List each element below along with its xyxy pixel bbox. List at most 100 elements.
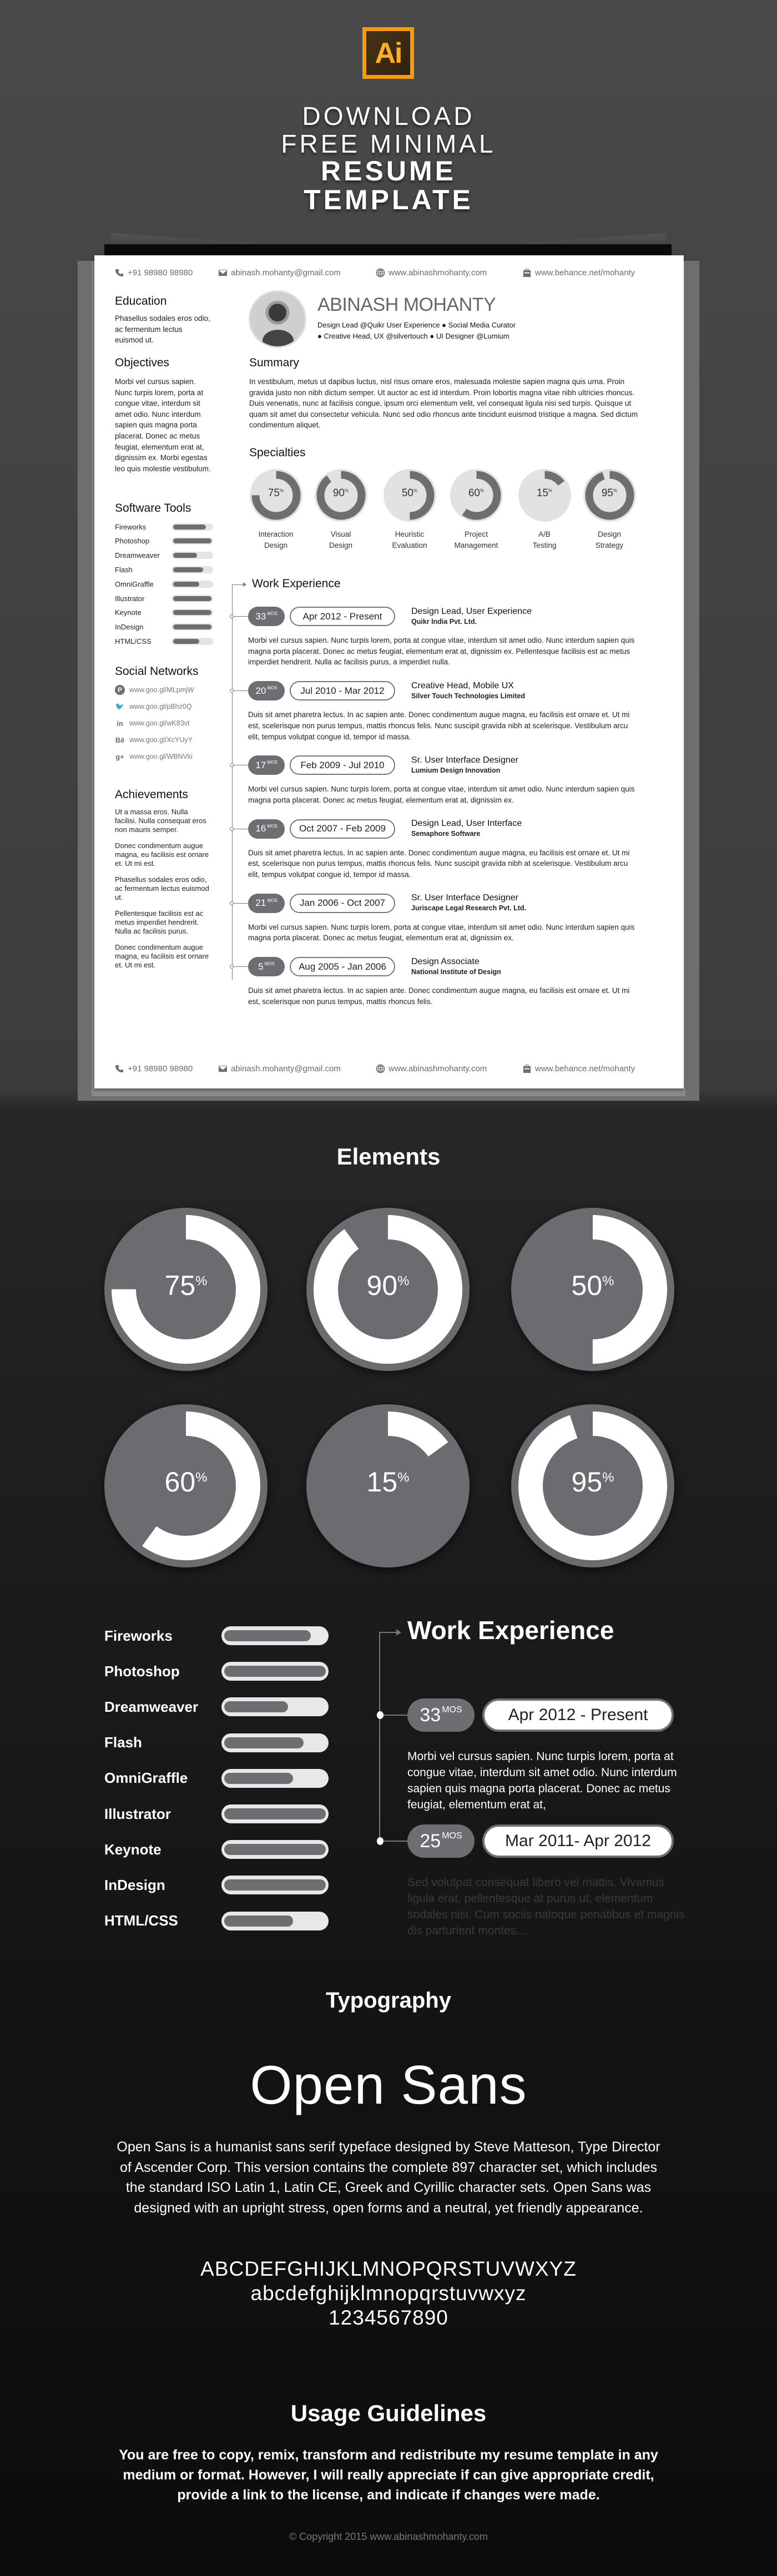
tagline-line: ● Creative Head, UX @silvertouch ● UI De… <box>317 332 509 340</box>
months-badge: 21 MOS <box>248 893 285 913</box>
percent-value: 95 <box>601 487 613 499</box>
twitter-icon: 🐦 <box>115 702 125 710</box>
contact-item[interactable]: +91 98980 98980 <box>115 1064 193 1073</box>
achievement-item: Ut a massa eros. Nulla facilisi. Nulla c… <box>115 808 206 834</box>
donut-percent: 15% <box>306 1466 470 1498</box>
months-unit: MOS <box>442 1831 462 1841</box>
contact-item[interactable]: abinash.mohanty@gmail.com <box>218 268 341 278</box>
contact-item[interactable]: abinash.mohanty@gmail.com <box>218 1064 341 1073</box>
label-line: Design <box>597 530 622 538</box>
company-name: National Institute of Design <box>411 967 501 976</box>
date-range-pill: Aug 2005 - Jan 2006 <box>290 957 395 977</box>
contact-item[interactable]: +91 98980 98980 <box>115 268 193 278</box>
skill-bar-fill <box>173 538 211 544</box>
software-name: Dreamweaver <box>115 551 160 560</box>
social-networks-heading: Social Networks <box>115 665 199 678</box>
percent-unit: % <box>548 488 553 493</box>
social-url[interactable]: www.goo.gl/wK83vt <box>129 719 189 727</box>
contact-bar-bottom: +91 98980 98980 abinash.mohanty@gmail.com… <box>94 1064 684 1076</box>
resume-page: +91 98980 98980 abinash.mohanty@gmail.com… <box>94 255 684 1088</box>
skill-bar-fill <box>173 596 211 601</box>
work-entry: 16 MOS Oct 2007 - Feb 2009 Design Lead, U… <box>230 819 639 880</box>
percent-value: 75 <box>164 1270 196 1301</box>
label-line: Project <box>464 530 488 538</box>
social-url[interactable]: www.goo.gl/XcYUyY <box>129 736 193 744</box>
briefcase-icon <box>523 268 531 278</box>
globe-icon <box>376 1064 385 1073</box>
months-badge: 20 MOS <box>248 681 285 701</box>
percent-unit: % <box>602 1273 614 1289</box>
hero-line-3: RESUME <box>321 155 456 186</box>
contact-bar-top: +91 98980 98980 abinash.mohanty@gmail.com… <box>94 268 684 280</box>
job-description: Duis sit amet pharetra lectus. In ac sap… <box>248 986 630 1006</box>
timeline-line-large <box>379 1632 380 1842</box>
social-link[interactable]: Bē www.goo.gl/XcYUyY <box>115 735 193 745</box>
timeline-connector <box>234 966 248 967</box>
job-title: Design Lead, User Experience <box>411 606 532 616</box>
copyright: © Copyright 2015 www.abinashmohanty.com <box>289 2531 488 2542</box>
months-value: 33 <box>420 1704 441 1726</box>
social-link[interactable]: g+ www.goo.gl/WBNVki <box>115 752 193 762</box>
skill-name: OmniGraffle <box>104 1770 188 1787</box>
job-heading: Design Lead, User Experience Quikr India … <box>411 607 532 626</box>
specialty-label: Visual Design <box>310 529 371 551</box>
percent-unit: % <box>480 488 485 493</box>
contact-item[interactable]: www.abinashmohanty.com <box>376 1064 487 1073</box>
percent-unit: % <box>195 1470 208 1485</box>
software-tools-heading: Software Tools <box>115 502 191 515</box>
label-line: Strategy <box>595 541 624 550</box>
software-item: Flash <box>115 564 309 575</box>
date-range-pill: Apr 2012 - Present <box>482 1698 674 1732</box>
specialties-heading: Specialties <box>249 446 306 459</box>
percent-unit: % <box>613 488 618 493</box>
percent-unit: % <box>397 1470 410 1485</box>
contact-text: +91 98980 98980 <box>128 268 193 278</box>
contact-item[interactable]: www.abinashmohanty.com <box>376 268 487 278</box>
phone-icon <box>115 269 124 277</box>
social-url[interactable]: www.goo.gl/WBNVki <box>129 753 193 760</box>
percent-unit: % <box>602 1470 614 1485</box>
social-link[interactable]: in www.goo.gl/wK83vt <box>115 718 189 728</box>
social-url[interactable]: www.goo.gl/MLpmjW <box>129 686 194 694</box>
skill-bar-fill <box>173 581 199 587</box>
hero-line-2: FREE MINIMAL <box>281 129 496 158</box>
timeline-line <box>232 584 233 980</box>
contact-item[interactable]: www.behance.net/mohanty <box>522 268 635 278</box>
behance-icon: Bē <box>115 735 125 744</box>
elements-heading: Elements <box>336 1143 441 1169</box>
skill-bar <box>221 1626 329 1645</box>
job-heading: Design Lead, User Interface Semaphore Sof… <box>411 819 522 838</box>
date-range-pill: Oct 2007 - Feb 2009 <box>290 819 395 839</box>
label-line: Evaluation <box>392 541 427 550</box>
software-name: InDesign <box>115 623 144 632</box>
contact-text: www.behance.net/mohanty <box>535 268 635 278</box>
skill-bar-fill <box>173 638 199 644</box>
skill-bar-fill <box>224 1701 289 1713</box>
contact-item[interactable]: www.behance.net/mohanty <box>522 1064 635 1073</box>
social-link[interactable]: Pwww.goo.gl/MLpmjW <box>115 685 194 695</box>
donut-percent: 50% <box>511 1269 675 1302</box>
donut-percent: 90% <box>306 1269 470 1302</box>
usage-heading: Usage Guidelines <box>290 2400 487 2426</box>
skill-name: Illustrator <box>104 1805 171 1822</box>
social-url[interactable]: www.goo.gl/pBhz0Q <box>129 703 192 710</box>
achievements-heading: Achievements <box>115 788 188 801</box>
uppercase-sample: ABCDEFGHIJKLMNOPQRSTUVWXYZ <box>200 2257 577 2280</box>
specialty-label: Design Strategy <box>579 529 640 551</box>
briefcase-icon <box>523 1064 531 1073</box>
contact-text: www.abinashmohanty.com <box>389 268 487 278</box>
specialty-percent: 75% <box>245 487 306 500</box>
donut-chart: 50% <box>511 1207 675 1372</box>
skill-bar <box>171 580 213 588</box>
date-range-pill: Apr 2012 - Present <box>290 607 395 626</box>
work-experience-heading-large: Work Experience <box>407 1616 614 1645</box>
software-name: Illustrator <box>115 594 145 603</box>
font-name-sample: Open Sans <box>250 2054 527 2115</box>
specialty-item: 50% Heuristic Evaluation <box>379 468 440 551</box>
label-line: A/B <box>538 530 551 538</box>
software-item: Photoshop <box>115 536 309 547</box>
months-unit: MOS <box>267 823 278 829</box>
social-link[interactable]: 🐦 www.goo.gl/pBhz0Q <box>115 702 192 712</box>
contact-text: abinash.mohanty@gmail.com <box>231 268 341 278</box>
software-name: Keynote <box>115 608 142 617</box>
